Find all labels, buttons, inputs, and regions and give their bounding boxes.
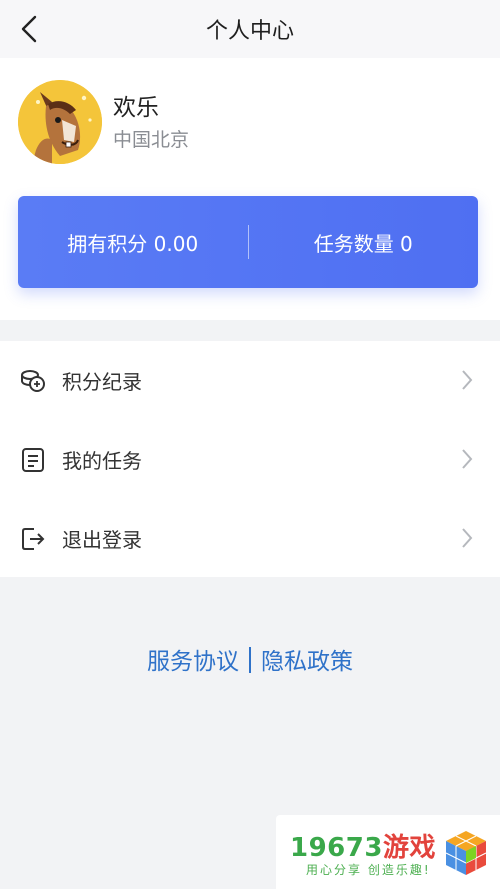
watermark-name: 游戏 <box>382 833 436 863</box>
footer-links: 服务协议 隐私政策 <box>0 642 500 676</box>
tasks-stat[interactable]: 任务数量 0 <box>249 228 479 257</box>
page-title: 个人中心 <box>205 19 294 44</box>
chevron-right-icon <box>462 370 473 390</box>
menu-item-my-tasks[interactable]: 我的任务 <box>0 420 500 499</box>
terms-of-service-link[interactable]: 服务协议 <box>147 649 239 675</box>
avatar[interactable] <box>18 80 102 164</box>
stats-bar: 拥有积分 0.00 任务数量 0 <box>18 196 478 288</box>
username: 欢乐 <box>113 95 159 121</box>
menu-list: 积分纪录 我的任务 退出登录 <box>0 341 500 577</box>
chevron-right-icon <box>462 528 473 548</box>
site-watermark: 19673游戏 用心分享 创造乐趣! <box>276 815 500 889</box>
coins-icon <box>18 366 48 396</box>
menu-item-points-record[interactable]: 积分纪录 <box>0 341 500 420</box>
privacy-policy-link[interactable]: 隐私政策 <box>261 649 353 675</box>
watermark-slogan: 用心分享 创造乐趣! <box>306 863 431 877</box>
menu-item-label: 退出登录 <box>62 528 142 552</box>
menu-item-label: 积分纪录 <box>62 370 142 394</box>
logout-icon <box>18 524 48 554</box>
menu-item-logout[interactable]: 退出登录 <box>0 499 500 578</box>
document-icon <box>18 445 48 475</box>
link-divider <box>249 647 251 673</box>
chevron-right-icon <box>462 449 473 469</box>
top-bar: 个人中心 <box>0 0 500 58</box>
watermark-brand: 19673游戏 <box>290 827 436 864</box>
points-stat[interactable]: 拥有积分 0.00 <box>18 228 248 257</box>
watermark-number: 19673 <box>290 833 383 863</box>
user-location: 中国北京 <box>113 129 190 151</box>
horse-avatar-icon <box>18 80 102 164</box>
profile-card: 欢乐 中国北京 拥有积分 0.00 任务数量 0 <box>0 58 500 320</box>
menu-item-label: 我的任务 <box>62 449 142 473</box>
rubiks-cube-icon <box>445 831 487 875</box>
